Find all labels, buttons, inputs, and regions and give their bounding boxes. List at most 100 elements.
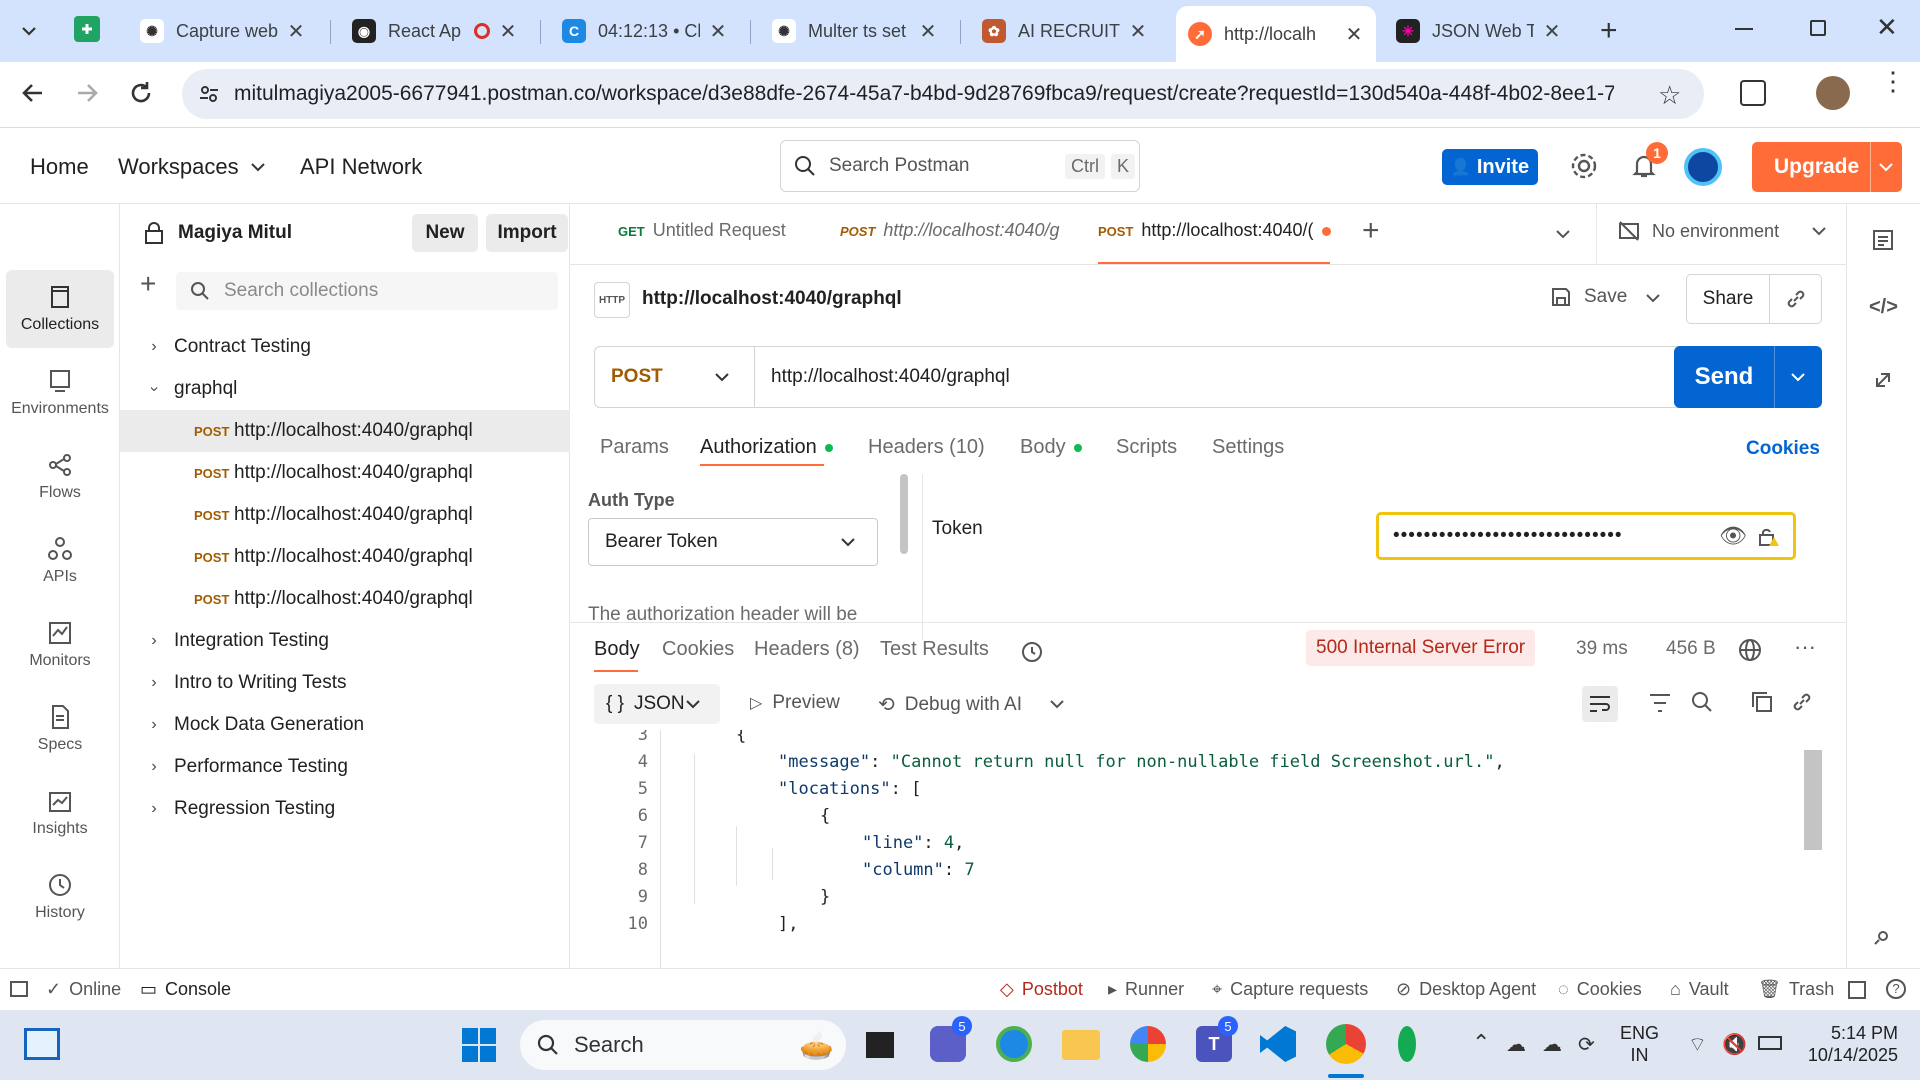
cookies-link[interactable]: Cookies — [1746, 438, 1820, 460]
online-status[interactable]: ✓ Online — [46, 979, 121, 1000]
address-bar[interactable]: mitulmagiya2005-6677941.postman.co/works… — [182, 69, 1704, 119]
edge-icon[interactable] — [996, 1026, 1032, 1062]
minimize-icon[interactable] — [1735, 28, 1753, 30]
taskbar-search[interactable]: Search 🥧 — [520, 1020, 846, 1070]
copy-icon[interactable] — [1750, 690, 1774, 714]
method-select[interactable]: POST — [595, 347, 755, 407]
response-tab-body[interactable]: Body — [594, 638, 640, 661]
tab-scripts[interactable]: Scripts — [1116, 436, 1177, 459]
browser-tab[interactable]: ✺ Capture web ✕ — [128, 8, 318, 54]
related-collections-icon[interactable] — [1871, 368, 1895, 392]
nav-api-network[interactable]: API Network — [300, 154, 422, 180]
documentation-icon[interactable] — [1871, 228, 1895, 252]
teams-icon[interactable]: T 5 — [1196, 1016, 1238, 1062]
browser-tab[interactable]: C 04:12:13 • Cl ✕ — [550, 8, 740, 54]
link-icon[interactable] — [1790, 690, 1814, 714]
back-arrow-icon[interactable] — [20, 80, 46, 106]
response-status-badge[interactable]: 500 Internal Server Error — [1306, 630, 1536, 666]
save-button[interactable]: Save — [1550, 286, 1627, 308]
response-history-icon[interactable] — [1020, 640, 1044, 664]
tab-authorization[interactable]: Authorization — [700, 436, 833, 459]
vault-button[interactable]: ⌂ Vault — [1670, 979, 1729, 1000]
request-item[interactable]: POST http://localhost:4040/graphql — [120, 536, 570, 578]
request-tab-active[interactable]: POST http://localhost:4040/( — [1098, 220, 1331, 241]
tray-chevron-up-icon[interactable]: ⌃ — [1472, 1030, 1490, 1056]
preview-button[interactable]: ▷ Preview — [750, 692, 840, 714]
add-collection-plus-icon[interactable]: + — [140, 268, 156, 300]
collection-item[interactable]: › Contract Testing — [120, 326, 570, 368]
more-options-icon[interactable]: ··· — [1794, 634, 1816, 660]
photos-icon[interactable] — [1130, 1026, 1166, 1062]
user-avatar[interactable] — [1684, 148, 1722, 186]
new-tab-plus-icon[interactable]: + — [1600, 14, 1618, 48]
tab-search-chevron-icon[interactable] — [12, 14, 46, 48]
browser-tab[interactable]: ◉ React Ap ✕ — [340, 8, 530, 54]
browser-tab[interactable]: ✿ AI RECRUITO ✕ — [970, 8, 1160, 54]
rail-collections[interactable]: Collections — [6, 270, 114, 348]
close-icon[interactable]: ✕ — [1128, 19, 1148, 44]
eye-icon[interactable]: 👁 — [1719, 523, 1747, 549]
request-item[interactable]: POST http://localhost:4040/graphql — [120, 410, 570, 452]
rail-history[interactable]: History — [6, 858, 114, 936]
close-icon[interactable]: ✕ — [498, 19, 518, 44]
invite-button[interactable]: 👤 Invite — [1442, 149, 1538, 185]
request-item[interactable]: POST http://localhost:4040/graphql — [120, 452, 570, 494]
rail-monitors[interactable]: Monitors — [6, 606, 114, 684]
panel-scrollbar[interactable] — [900, 474, 908, 554]
chevron-down-icon[interactable] — [1050, 700, 1064, 709]
close-icon[interactable]: ✕ — [1344, 22, 1364, 47]
rail-insights[interactable]: Insights — [6, 774, 114, 852]
profile-avatar[interactable] — [1816, 76, 1850, 110]
forward-arrow-icon[interactable] — [74, 80, 100, 106]
filter-icon[interactable] — [1648, 692, 1672, 714]
layout-icon[interactable] — [1848, 981, 1866, 999]
mongodb-icon[interactable] — [1398, 1026, 1416, 1062]
close-icon[interactable]: ✕ — [918, 19, 938, 44]
code-scrollbar[interactable] — [1804, 750, 1822, 850]
response-time[interactable]: 39 ms — [1576, 638, 1628, 660]
settings-icon[interactable] — [1871, 924, 1895, 948]
vscode-icon[interactable] — [1260, 1026, 1296, 1062]
language-indicator[interactable]: ENG IN — [1620, 1022, 1659, 1066]
chrome-icon[interactable] — [1326, 1024, 1366, 1064]
wrap-lines-icon[interactable] — [1582, 686, 1618, 722]
capture-requests-button[interactable]: ⌖ Capture requests — [1212, 979, 1368, 1000]
request-tab[interactable]: GET Untitled Request — [618, 220, 786, 241]
postbot-button[interactable]: ◇ Postbot — [1000, 979, 1083, 1000]
extensions-icon[interactable] — [1740, 80, 1766, 106]
console-button[interactable]: ▭ Console — [140, 979, 231, 1000]
toggle-sidebar-icon[interactable] — [10, 981, 28, 997]
collection-item[interactable]: › graphql — [120, 368, 570, 410]
file-explorer-icon[interactable] — [1062, 1030, 1100, 1060]
browser-tab-active[interactable]: ➚ http://localh ✕ — [1176, 6, 1376, 62]
lock-warning-icon[interactable] — [1757, 525, 1779, 547]
task-view-icon[interactable] — [866, 1032, 894, 1058]
response-body-viewer[interactable]: 3{ 4 "message": "Cannot return null for n… — [594, 730, 1822, 968]
nav-home[interactable]: Home — [30, 154, 89, 180]
response-tab-headers[interactable]: Headers (8) — [754, 638, 860, 661]
search-icon[interactable] — [1690, 690, 1714, 714]
help-icon[interactable]: ? — [1886, 979, 1906, 999]
new-button[interactable]: New — [412, 214, 478, 252]
token-input[interactable]: •••••••••••••••••••••••••••••• 👁 — [1376, 512, 1796, 560]
chevron-down-icon[interactable] — [1879, 162, 1893, 172]
new-request-tab-plus-icon[interactable]: + — [1362, 214, 1380, 248]
sync-icon[interactable]: ⟳ — [1578, 1032, 1595, 1057]
response-tab-cookies[interactable]: Cookies — [662, 638, 734, 661]
collection-item[interactable]: › Integration Testing — [120, 620, 570, 662]
clock[interactable]: 5:14 PM 10/14/2025 — [1798, 1022, 1898, 1066]
tab-headers[interactable]: Headers (10) — [868, 436, 985, 459]
url-input[interactable]: http://localhost:4040/graphql — [771, 366, 1010, 388]
windows-start-icon[interactable] — [462, 1028, 496, 1062]
volume-muted-icon[interactable]: 🔇 — [1722, 1032, 1747, 1057]
collection-item[interactable]: › Performance Testing — [120, 746, 570, 788]
response-tab-test-results[interactable]: Test Results — [880, 638, 989, 661]
globe-icon[interactable] — [1738, 638, 1762, 662]
auth-type-select[interactable]: Bearer Token — [588, 518, 878, 566]
site-info-icon[interactable] — [198, 83, 220, 105]
window-close-icon[interactable]: ✕ — [1876, 12, 1898, 43]
chrome-menu-icon[interactable]: ⋮ — [1880, 68, 1906, 94]
share-button[interactable]: Share — [1687, 288, 1769, 310]
browser-tab[interactable]: ✳ JSON Web T ✕ — [1384, 8, 1574, 54]
rail-specs[interactable]: Specs — [6, 690, 114, 768]
